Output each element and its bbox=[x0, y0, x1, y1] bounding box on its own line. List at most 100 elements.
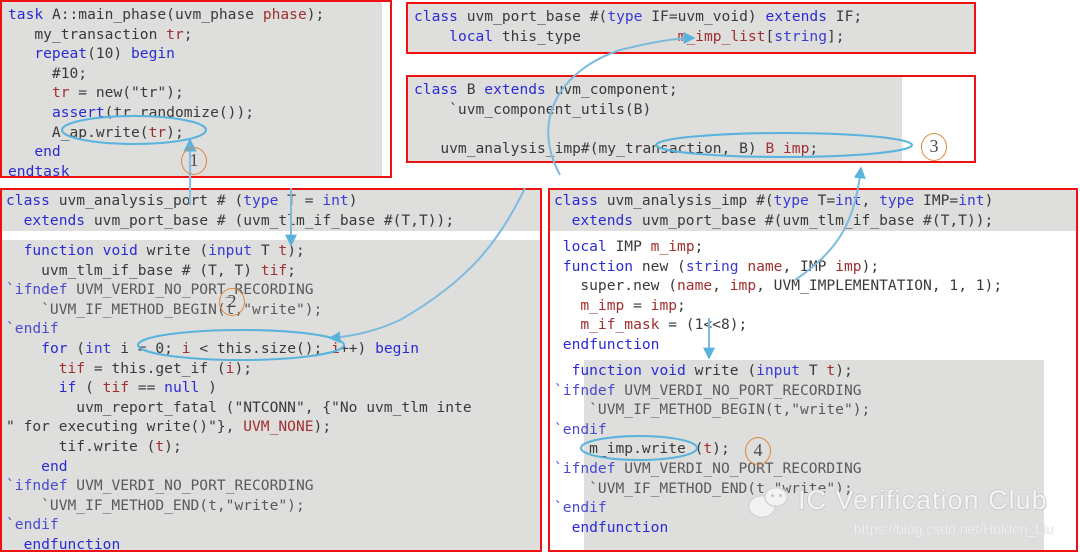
code-token: tif.write ( bbox=[6, 437, 156, 455]
code-token: end bbox=[41, 457, 68, 475]
code-token: uvm_port_base #( bbox=[466, 8, 608, 25]
code-token: ) bbox=[348, 192, 358, 209]
code-token: ); bbox=[712, 440, 730, 458]
code-token: `endif bbox=[6, 516, 59, 534]
code-token: m_imp bbox=[650, 238, 695, 255]
code-line: class uvm_analysis_port # (type T = int) bbox=[6, 191, 454, 211]
code-token: endfunction bbox=[571, 518, 669, 536]
code-token: if bbox=[58, 379, 77, 397]
badge-3: 3 bbox=[921, 133, 947, 161]
code-token: endtask bbox=[8, 162, 70, 180]
code-line: function void write (input T t); bbox=[6, 241, 472, 261]
code-token: endfunction bbox=[562, 335, 660, 353]
code-token: write ( bbox=[685, 362, 757, 379]
code-token: (tr.randomize()); bbox=[104, 103, 255, 121]
code-token: , UVM_IMPLEMENTATION, 1, 1); bbox=[756, 277, 1003, 295]
code-token: end bbox=[34, 143, 61, 161]
code-token: this_type bbox=[493, 27, 678, 45]
code-token: `ifndef bbox=[6, 477, 68, 495]
code-lines-uvm-port-base: class uvm_port_base #(type IF=uvm_void) … bbox=[414, 7, 862, 46]
code-token: UVM_VERDI_NO_PORT_RECORDING bbox=[615, 459, 862, 477]
code-lines-uvm-analysis-imp-mid: local IMP m_imp; function new (string na… bbox=[554, 237, 1002, 355]
code-line: `ifndef UVM_VERDI_NO_PORT_RECORDING bbox=[554, 381, 870, 401]
code-token: , bbox=[712, 277, 730, 295]
code-line: endtask bbox=[8, 162, 324, 182]
code-token: ); bbox=[234, 359, 253, 377]
code-token: `UVM_IF_METHOD_BEGIN(t,"write"); bbox=[6, 300, 323, 318]
code-token: ; bbox=[287, 261, 296, 279]
code-token: i bbox=[181, 339, 191, 357]
code-token: function void bbox=[23, 242, 138, 259]
code-line: class B extends uvm_component; bbox=[414, 80, 818, 100]
code-token: m_imp_list bbox=[677, 27, 766, 45]
code-line: `ifndef UVM_VERDI_NO_PORT_RECORDING bbox=[554, 459, 870, 479]
code-token: IMP= bbox=[914, 192, 959, 209]
code-token: ; bbox=[677, 296, 686, 314]
panel-uvm-port-base: class uvm_port_base #(type IF=uvm_void) … bbox=[406, 2, 976, 54]
code-token: uvm_phase bbox=[174, 6, 263, 23]
code-token: A_ap.write( bbox=[8, 123, 149, 141]
code-token: input bbox=[756, 362, 801, 379]
code-token: , IMP bbox=[782, 257, 836, 275]
code-token: uvm_component; bbox=[545, 81, 678, 98]
code-line: repeat(10) begin bbox=[8, 44, 324, 64]
code-token: `endif bbox=[6, 320, 59, 338]
code-token: m_imp.write ( bbox=[554, 440, 704, 458]
code-token: int bbox=[85, 339, 112, 357]
code-line: `ifndef UVM_VERDI_NO_PORT_RECORDING bbox=[6, 476, 472, 496]
code-token: B bbox=[466, 81, 485, 98]
code-token: ); bbox=[861, 257, 880, 275]
code-token: extends bbox=[571, 211, 634, 229]
code-token: IF; bbox=[827, 8, 863, 25]
code-block-uvm-port-base: class uvm_port_base #(type IF=uvm_void) … bbox=[408, 4, 974, 52]
code-token: null bbox=[164, 379, 200, 397]
code-token: T = bbox=[278, 192, 323, 209]
code-line: uvm_tlm_if_base # (T, T) tif; bbox=[6, 261, 472, 281]
code-token: uvm_port_base #(uvm_tlm_if_base #(T,T)); bbox=[633, 211, 994, 229]
code-line: `endif bbox=[554, 420, 870, 440]
code-token: t bbox=[278, 242, 288, 259]
code-token: ; bbox=[694, 238, 704, 255]
code-token: ); bbox=[164, 437, 182, 455]
badge-4: 4 bbox=[745, 437, 771, 465]
code-line: tif = this.get_if (i); bbox=[6, 359, 472, 379]
wechat-dot-2-icon bbox=[779, 494, 782, 497]
code-line: endfunction bbox=[554, 335, 1002, 355]
code-token: == bbox=[129, 379, 165, 397]
code-token: m_if_mask bbox=[580, 316, 660, 334]
code-token: name bbox=[677, 277, 713, 295]
code-token: t bbox=[826, 362, 836, 379]
code-token: IF=uvm_void) bbox=[642, 8, 766, 25]
code-lines-task-main-phase: task A::main_phase(uvm_phase phase); my_… bbox=[8, 5, 324, 181]
code-token: = this.get_if ( bbox=[85, 359, 226, 377]
wechat-dot-1-icon bbox=[771, 494, 774, 497]
code-line: tif.write (t); bbox=[6, 437, 472, 457]
code-token: function bbox=[562, 257, 634, 275]
code-token: tif bbox=[260, 261, 288, 279]
code-token: int bbox=[958, 192, 985, 209]
code-line: function void write (input T t); bbox=[554, 361, 870, 381]
code-line: super.new (name, imp, UVM_IMPLEMENTATION… bbox=[554, 276, 1002, 296]
code-token: (10) bbox=[87, 45, 132, 63]
code-token: new ( bbox=[633, 257, 686, 275]
code-token: [ bbox=[765, 27, 775, 45]
code-token: function void bbox=[571, 362, 686, 379]
code-line: tr = new("tr"); bbox=[8, 83, 324, 103]
code-token: ; bbox=[809, 139, 819, 157]
code-line: local this_type m_imp_list[string]; bbox=[414, 27, 862, 47]
code-token: class bbox=[414, 8, 467, 25]
code-token: int bbox=[322, 192, 349, 209]
code-token: my_transaction bbox=[8, 25, 167, 43]
